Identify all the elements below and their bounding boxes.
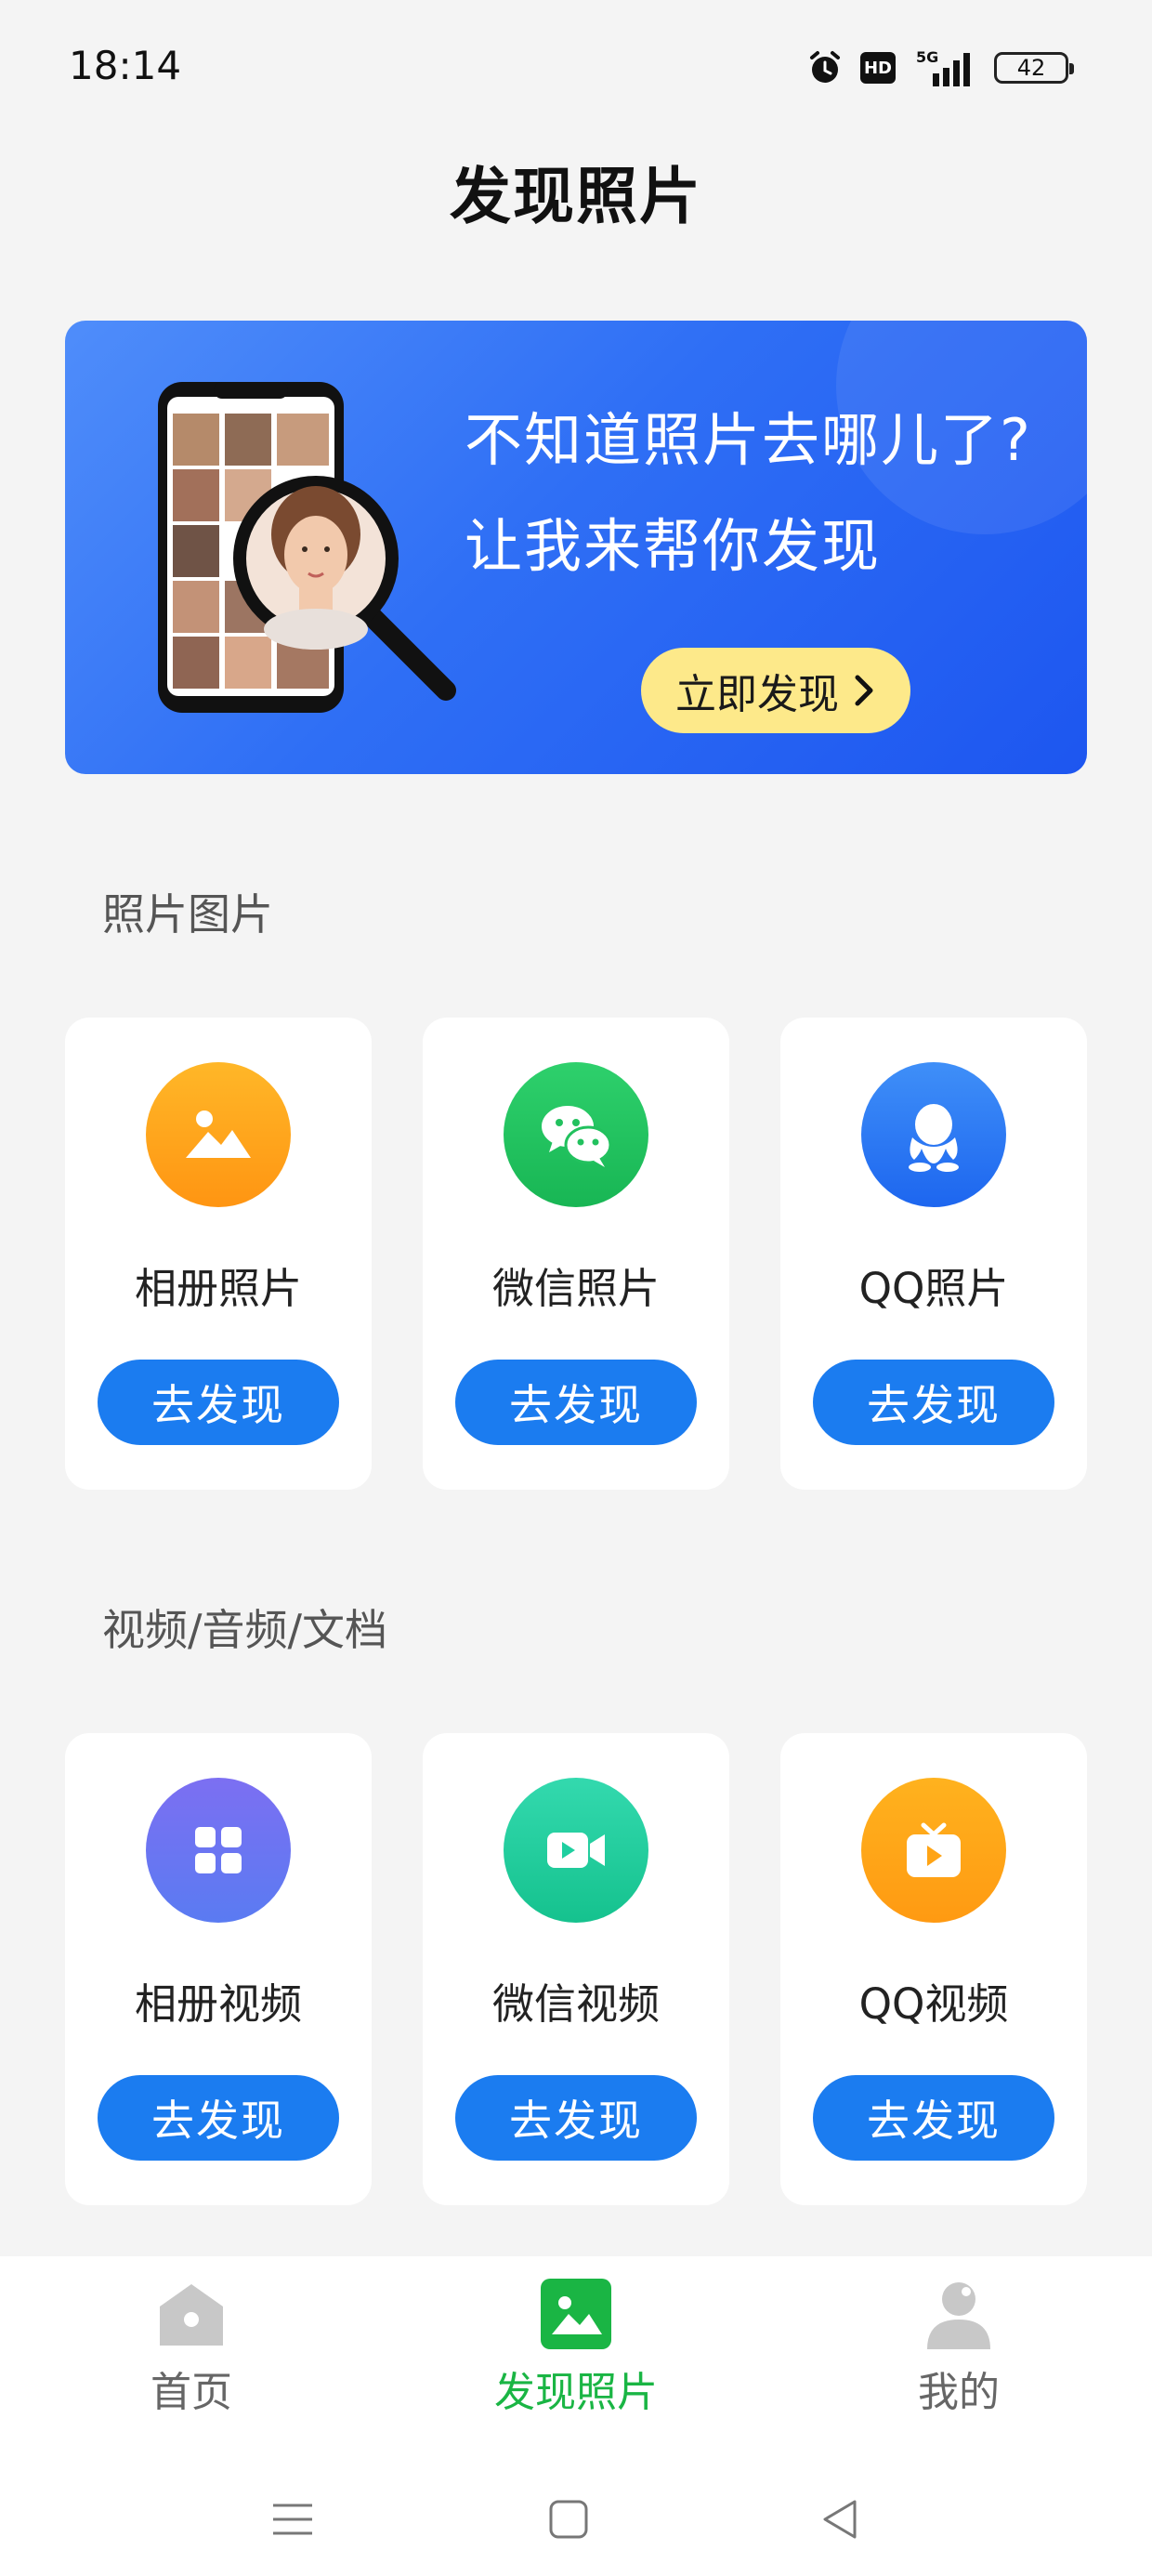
- banner-subheadline: 让我来帮你发现: [465, 512, 882, 580]
- card-qq-videos[interactable]: QQ视频 去发现: [780, 1733, 1087, 2205]
- discover-button[interactable]: 去发现: [98, 1360, 339, 1445]
- photo-icon: [541, 2279, 611, 2349]
- card-label: QQ视频: [858, 1979, 1009, 2029]
- signal-5g-icon: 5G: [914, 48, 970, 86]
- discover-button[interactable]: 去发现: [98, 2075, 339, 2161]
- nav-item-home[interactable]: 首页: [71, 2277, 312, 2418]
- discover-button[interactable]: 去发现: [455, 2075, 697, 2161]
- status-icons: HD 5G 42: [806, 45, 1074, 91]
- battery-icon: 42: [994, 52, 1074, 84]
- discover-button[interactable]: 去发现: [813, 1360, 1054, 1445]
- phone-magnifier-illustration: [158, 382, 456, 713]
- bottom-nav: 首页 发现照片 我的: [0, 2256, 1152, 2463]
- tv-play-icon: [861, 1778, 1006, 1923]
- status-time: 18:14: [69, 43, 182, 88]
- system-nav-bar: [0, 2463, 1152, 2576]
- home-square-icon[interactable]: [545, 2496, 592, 2543]
- nav-label-mine: 我的: [918, 2369, 1000, 2416]
- battery-level: 42: [1016, 55, 1046, 81]
- grid-icon: [146, 1778, 291, 1923]
- discover-button[interactable]: 去发现: [455, 1360, 697, 1445]
- menu-icon[interactable]: [269, 2496, 316, 2543]
- card-label: 相册视频: [134, 1979, 302, 2029]
- card-wechat-videos[interactable]: 微信视频 去发现: [423, 1733, 729, 2205]
- nav-item-mine[interactable]: 我的: [838, 2277, 1080, 2418]
- page-title: 发现照片: [450, 161, 702, 232]
- card-album-photos[interactable]: 相册照片 去发现: [65, 1018, 372, 1490]
- banner-headline: 不知道照片去哪儿了?: [465, 406, 1032, 474]
- card-qq-photos[interactable]: QQ照片 去发现: [780, 1018, 1087, 1490]
- user-icon: [927, 2282, 990, 2349]
- card-label: 微信照片: [491, 1264, 660, 1313]
- gallery-icon: [146, 1062, 291, 1207]
- alarm-icon: [810, 51, 840, 83]
- chevron-right-icon: [855, 675, 873, 706]
- card-label: 相册照片: [134, 1264, 302, 1313]
- nav-label-home: 首页: [151, 2369, 232, 2416]
- home-icon: [160, 2284, 223, 2346]
- network-label: 5G: [916, 48, 938, 66]
- discover-button[interactable]: 去发现: [813, 2075, 1054, 2161]
- status-bar: 18:14 HD 5G 42: [0, 0, 1152, 139]
- discover-now-button[interactable]: 立即发现: [641, 648, 910, 733]
- card-wechat-photos[interactable]: 微信照片 去发现: [423, 1018, 729, 1490]
- hd-icon: HD: [860, 52, 896, 84]
- promo-banner[interactable]: 不知道照片去哪儿了? 让我来帮你发现 立即发现: [65, 321, 1087, 774]
- card-label: 微信视频: [491, 1979, 660, 2029]
- nav-label-discover: 发现照片: [494, 2369, 658, 2416]
- nav-item-discover-photos[interactable]: 发现照片: [455, 2277, 697, 2418]
- section-title-media: 视频/音频/文档: [102, 1605, 387, 1655]
- back-triangle-icon[interactable]: [818, 2496, 864, 2543]
- card-album-videos[interactable]: 相册视频 去发现: [65, 1733, 372, 2205]
- card-label: QQ照片: [858, 1264, 1009, 1313]
- qq-icon: [861, 1062, 1006, 1207]
- video-camera-icon: [504, 1778, 648, 1923]
- wechat-icon: [504, 1062, 648, 1207]
- discover-now-label: 立即发现: [675, 671, 839, 718]
- section-title-photos: 照片图片: [102, 889, 273, 940]
